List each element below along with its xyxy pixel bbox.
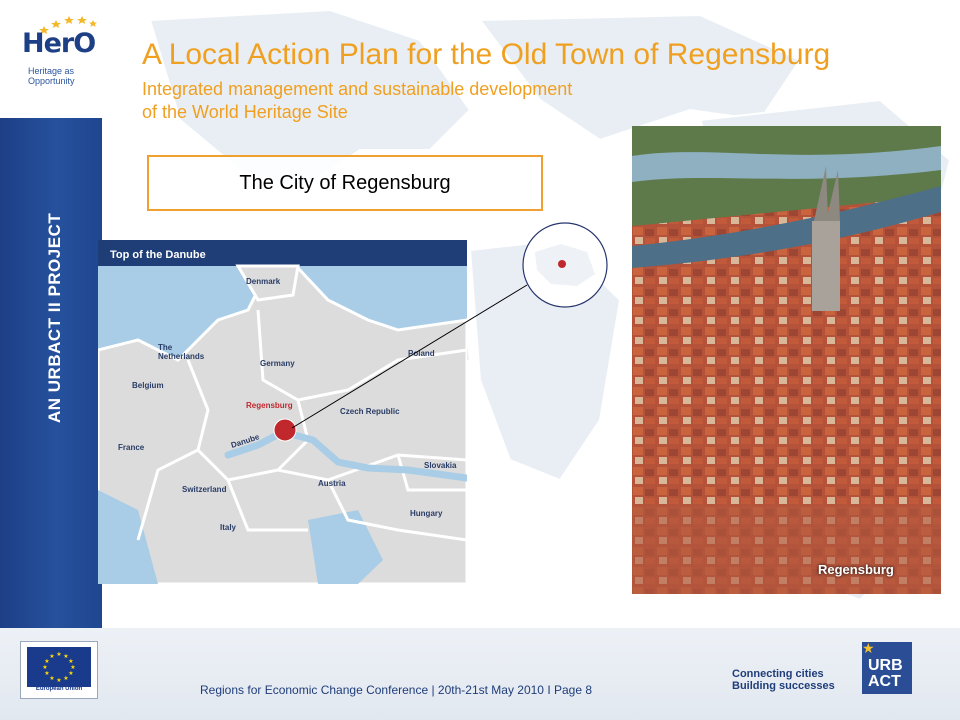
label-austria: Austria	[318, 479, 346, 488]
project-label: AN URBACT II PROJECT	[45, 212, 64, 423]
tagline-line-1: Connecting cities	[732, 668, 824, 680]
label-poland: Poland	[408, 349, 435, 358]
regensburg-aerial-photo	[632, 126, 941, 594]
label-netherlands-2: Netherlands	[158, 352, 205, 361]
urbact-logo: ★ URB ACT	[862, 640, 912, 694]
label-slovakia: Slovakia	[424, 461, 457, 470]
subtitle-line-1: Integrated management and sustainable de…	[142, 79, 573, 99]
svg-text:★: ★	[68, 670, 73, 677]
tagline-line-2: Building successes	[732, 680, 835, 692]
svg-text:★: ★	[49, 675, 54, 682]
subtitle-line-2: of the World Heritage Site	[142, 102, 348, 122]
city-heading-box: The City of Regensburg	[147, 155, 543, 211]
label-regensburg: Regensburg	[246, 401, 293, 410]
danube-region-map: Top of the Danube Denmark The Netherland…	[98, 240, 467, 584]
logo-subtitle: Heritage as Opportunity	[28, 66, 75, 86]
globe-locator-icon	[522, 222, 608, 308]
svg-text:★: ★	[42, 664, 47, 671]
svg-text:★: ★	[63, 675, 68, 682]
eu-flag-icon: ★ ★ ★ ★ ★ ★ ★ ★ ★ ★ ★ ★	[27, 647, 91, 687]
hero-logo: HerO Heritage as Opportunity	[18, 8, 98, 118]
urbact-line-1: URB	[868, 657, 903, 674]
svg-text:★: ★	[49, 653, 54, 660]
regensburg-marker-icon	[273, 418, 297, 442]
label-france: France	[118, 443, 145, 452]
svg-text:★: ★	[56, 677, 61, 684]
location-dot	[558, 260, 566, 268]
eu-label: European Union	[35, 686, 83, 692]
star-icon: ★	[862, 640, 875, 656]
label-czech: Czech Republic	[340, 407, 400, 416]
slide-subtitle: Integrated management and sustainable de…	[142, 78, 572, 124]
footer-text: Regions for Economic Change Conference |…	[200, 683, 593, 697]
urbact-tagline: Connecting cities Building successes	[732, 668, 835, 692]
eu-logo: ★ ★ ★ ★ ★ ★ ★ ★ ★ ★ ★ ★ European Union	[20, 641, 98, 699]
label-denmark: Denmark	[246, 277, 281, 286]
city-heading: The City of Regensburg	[239, 172, 451, 194]
photo-caption: Regensburg	[818, 562, 894, 577]
label-germany: Germany	[260, 359, 295, 368]
svg-text:★: ★	[44, 670, 49, 677]
label-hungary: Hungary	[410, 509, 443, 518]
label-italy: Italy	[220, 523, 237, 532]
logo-mark: HerO	[22, 28, 96, 59]
svg-text:★: ★	[56, 651, 61, 658]
slide-title: A Local Action Plan for the Old Town of …	[142, 38, 831, 71]
label-switzerland: Switzerland	[182, 485, 227, 494]
urbact-wordmark: URB ACT	[868, 658, 903, 690]
label-netherlands-1: The	[158, 343, 173, 352]
urbact-line-2: ACT	[868, 673, 901, 690]
map-header: Top of the Danube	[110, 249, 206, 261]
label-belgium: Belgium	[132, 381, 164, 390]
